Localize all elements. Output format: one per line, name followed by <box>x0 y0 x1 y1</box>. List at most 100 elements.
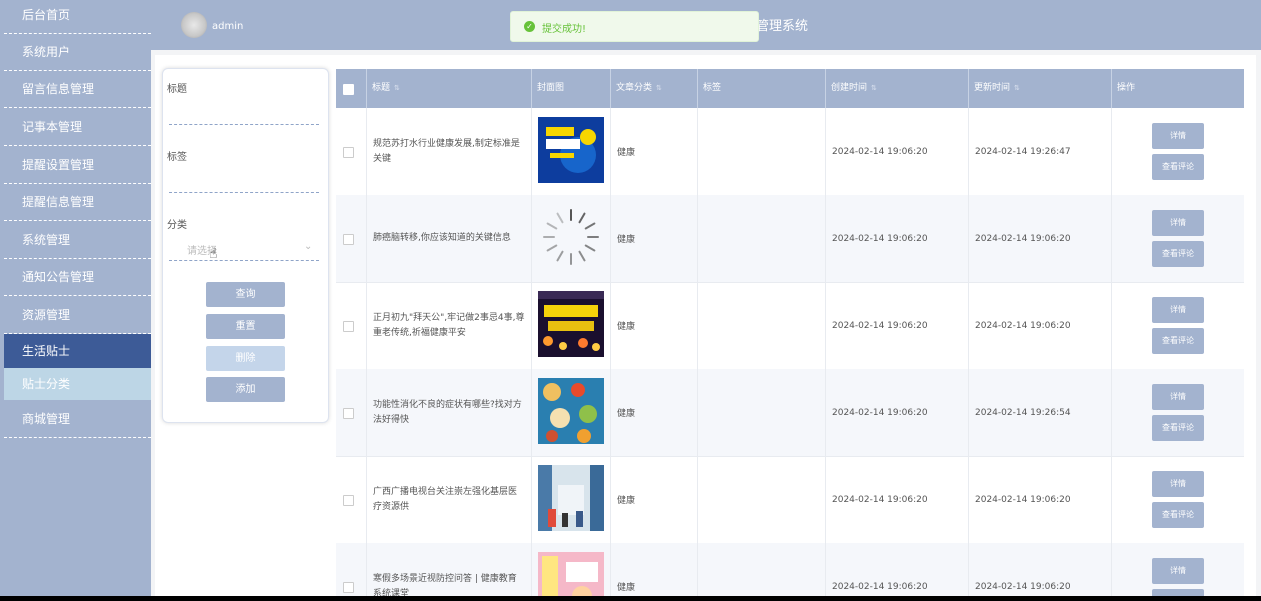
title-input[interactable] <box>169 124 319 125</box>
cell-updated: 2024-02-14 19:26:47 <box>969 108 1112 195</box>
cell-updated: 2024-02-14 19:06:20 <box>969 282 1112 369</box>
th-category[interactable]: 文章分类 ⇅ <box>611 69 698 108</box>
avatar[interactable] <box>181 12 207 38</box>
cell-select <box>336 108 367 195</box>
table-row: 功能性消化不良的症状有哪些?找对方法好得快 健康 2024-02-14 19:0… <box>336 369 1244 457</box>
detail-button[interactable]: 详情 <box>1152 297 1204 323</box>
cover-image[interactable] <box>538 552 604 596</box>
row-checkbox[interactable] <box>343 147 354 158</box>
category-label: 分类 <box>167 220 187 231</box>
sort-icon[interactable]: ⇅ <box>871 84 877 92</box>
view-comments-button[interactable]: 查看评论 <box>1152 415 1204 441</box>
row-checkbox[interactable] <box>343 495 354 506</box>
cell-tag <box>698 369 826 456</box>
cell-category: 健康 <box>611 456 698 543</box>
table-row: 正月初九"拜天公",牢记做2事忌4事,尊重老传统,祈福健康平安 健康 2024-… <box>336 282 1244 370</box>
cell-category: 健康 <box>611 543 698 596</box>
cell-actions: 详情 查看评论 <box>1112 108 1244 195</box>
cover-image[interactable] <box>538 465 604 531</box>
title-label: 标题 <box>167 84 187 95</box>
filter-panel: 标题 标签 分类 请选择 ⌄ ☝ 查询 重置 删除 添加 <box>162 68 329 423</box>
cell-actions: 详情 查看评论 <box>1112 543 1244 596</box>
view-comments-button[interactable]: 查看评论 <box>1152 502 1204 528</box>
sidebar-item-mall[interactable]: 商城管理 <box>4 401 151 438</box>
detail-button[interactable]: 详情 <box>1152 471 1204 497</box>
cell-actions: 详情 查看评论 <box>1112 195 1244 282</box>
sidebar-item-home[interactable]: 后台首页 <box>4 0 151 34</box>
sort-icon[interactable]: ⇅ <box>656 84 662 92</box>
cell-created: 2024-02-14 19:06:20 <box>826 195 969 282</box>
cell-updated: 2024-02-14 19:26:54 <box>969 369 1112 456</box>
detail-button[interactable]: 详情 <box>1152 384 1204 410</box>
cell-created: 2024-02-14 19:06:20 <box>826 282 969 369</box>
cell-select <box>336 195 367 282</box>
cell-actions: 详情 查看评论 <box>1112 282 1244 369</box>
detail-button[interactable]: 详情 <box>1152 558 1204 584</box>
table-row: 寒假多场景近视防控问答 | 健康教育系统课堂 健康 2024-02-14 19:… <box>336 543 1244 597</box>
row-checkbox[interactable] <box>343 582 354 593</box>
loading-spinner-icon <box>538 204 604 270</box>
th-created-label: 创建时间 <box>831 83 868 93</box>
tag-label: 标签 <box>167 152 187 163</box>
row-checkbox[interactable] <box>343 408 354 419</box>
view-comments-button[interactable]: 查看评论 <box>1152 328 1204 354</box>
sidebar-item-life-tips[interactable]: 生活贴士 <box>4 334 151 368</box>
sidebar-item-reminder-info[interactable]: 提醒信息管理 <box>4 184 151 221</box>
cell-cover <box>532 543 611 596</box>
chevron-down-icon[interactable]: ⌄ <box>304 241 312 252</box>
th-updated[interactable]: 更新时间 ⇅ <box>969 69 1112 108</box>
cell-updated: 2024-02-14 19:06:20 <box>969 456 1112 543</box>
delete-button[interactable]: 删除 <box>206 346 285 371</box>
sidebar-item-messages[interactable]: 留言信息管理 <box>4 71 151 108</box>
sidebar-item-notices[interactable]: 通知公告管理 <box>4 259 151 296</box>
cell-title: 规范苏打水行业健康发展,制定标准是关键 <box>367 108 532 195</box>
view-comments-button[interactable]: 查看评论 <box>1152 154 1204 180</box>
hand-cursor-icon: ☝ <box>209 246 218 262</box>
bottom-edge <box>0 596 1261 601</box>
system-title: 管理系统 <box>756 19 809 34</box>
toast-message: 提交成功! <box>542 24 587 35</box>
sidebar-item-tip-categories[interactable]: 贴士分类 <box>4 368 151 400</box>
reset-button[interactable]: 重置 <box>206 314 285 339</box>
cell-tag <box>698 456 826 543</box>
cell-cover <box>532 108 611 195</box>
th-cover: 封面图 <box>532 69 611 108</box>
sort-icon[interactable]: ⇅ <box>1014 84 1020 92</box>
cover-image[interactable] <box>538 291 604 357</box>
success-toast: ✓ 提交成功! <box>510 11 759 42</box>
cover-image[interactable] <box>538 117 604 183</box>
select-all-checkbox[interactable] <box>343 84 354 95</box>
sidebar-item-resources[interactable]: 资源管理 <box>4 297 151 334</box>
cell-cover <box>532 195 611 282</box>
cell-tag <box>698 543 826 596</box>
th-title[interactable]: 标题 ⇅ <box>367 69 532 108</box>
cell-select <box>336 282 367 369</box>
th-created[interactable]: 创建时间 ⇅ <box>826 69 969 108</box>
cell-created: 2024-02-14 19:06:20 <box>826 369 969 456</box>
sidebar-item-reminder-settings[interactable]: 提醒设置管理 <box>4 147 151 184</box>
cell-created: 2024-02-14 19:06:20 <box>826 108 969 195</box>
th-category-label: 文章分类 <box>616 83 653 93</box>
view-comments-button[interactable]: 查看评论 <box>1152 241 1204 267</box>
th-updated-label: 更新时间 <box>974 83 1011 93</box>
search-button[interactable]: 查询 <box>206 282 285 307</box>
detail-button[interactable]: 详情 <box>1152 210 1204 236</box>
row-checkbox[interactable] <box>343 234 354 245</box>
sort-icon[interactable]: ⇅ <box>394 84 400 92</box>
cell-category: 健康 <box>611 282 698 369</box>
sidebar-item-notebook[interactable]: 记事本管理 <box>4 109 151 146</box>
table-row: 广西广播电视台关注崇左强化基层医疗资源供 健康 2024-02-14 19:06… <box>336 456 1244 544</box>
add-button[interactable]: 添加 <box>206 377 285 402</box>
tag-input[interactable] <box>169 192 319 193</box>
detail-button[interactable]: 详情 <box>1152 123 1204 149</box>
cell-select <box>336 456 367 543</box>
cell-title: 正月初九"拜天公",牢记做2事忌4事,尊重老传统,祈福健康平安 <box>367 282 532 369</box>
cover-image[interactable] <box>538 378 604 444</box>
row-checkbox[interactable] <box>343 321 354 332</box>
cell-created: 2024-02-14 19:06:20 <box>826 456 969 543</box>
sidebar-item-system-users[interactable]: 系统用户 <box>4 34 151 71</box>
sidebar-item-system[interactable]: 系统管理 <box>4 222 151 259</box>
cell-title: 肺癌脑转移,你应该知道的关键信息 <box>367 195 532 282</box>
cell-cover <box>532 456 611 543</box>
cell-updated: 2024-02-14 19:06:20 <box>969 543 1112 596</box>
